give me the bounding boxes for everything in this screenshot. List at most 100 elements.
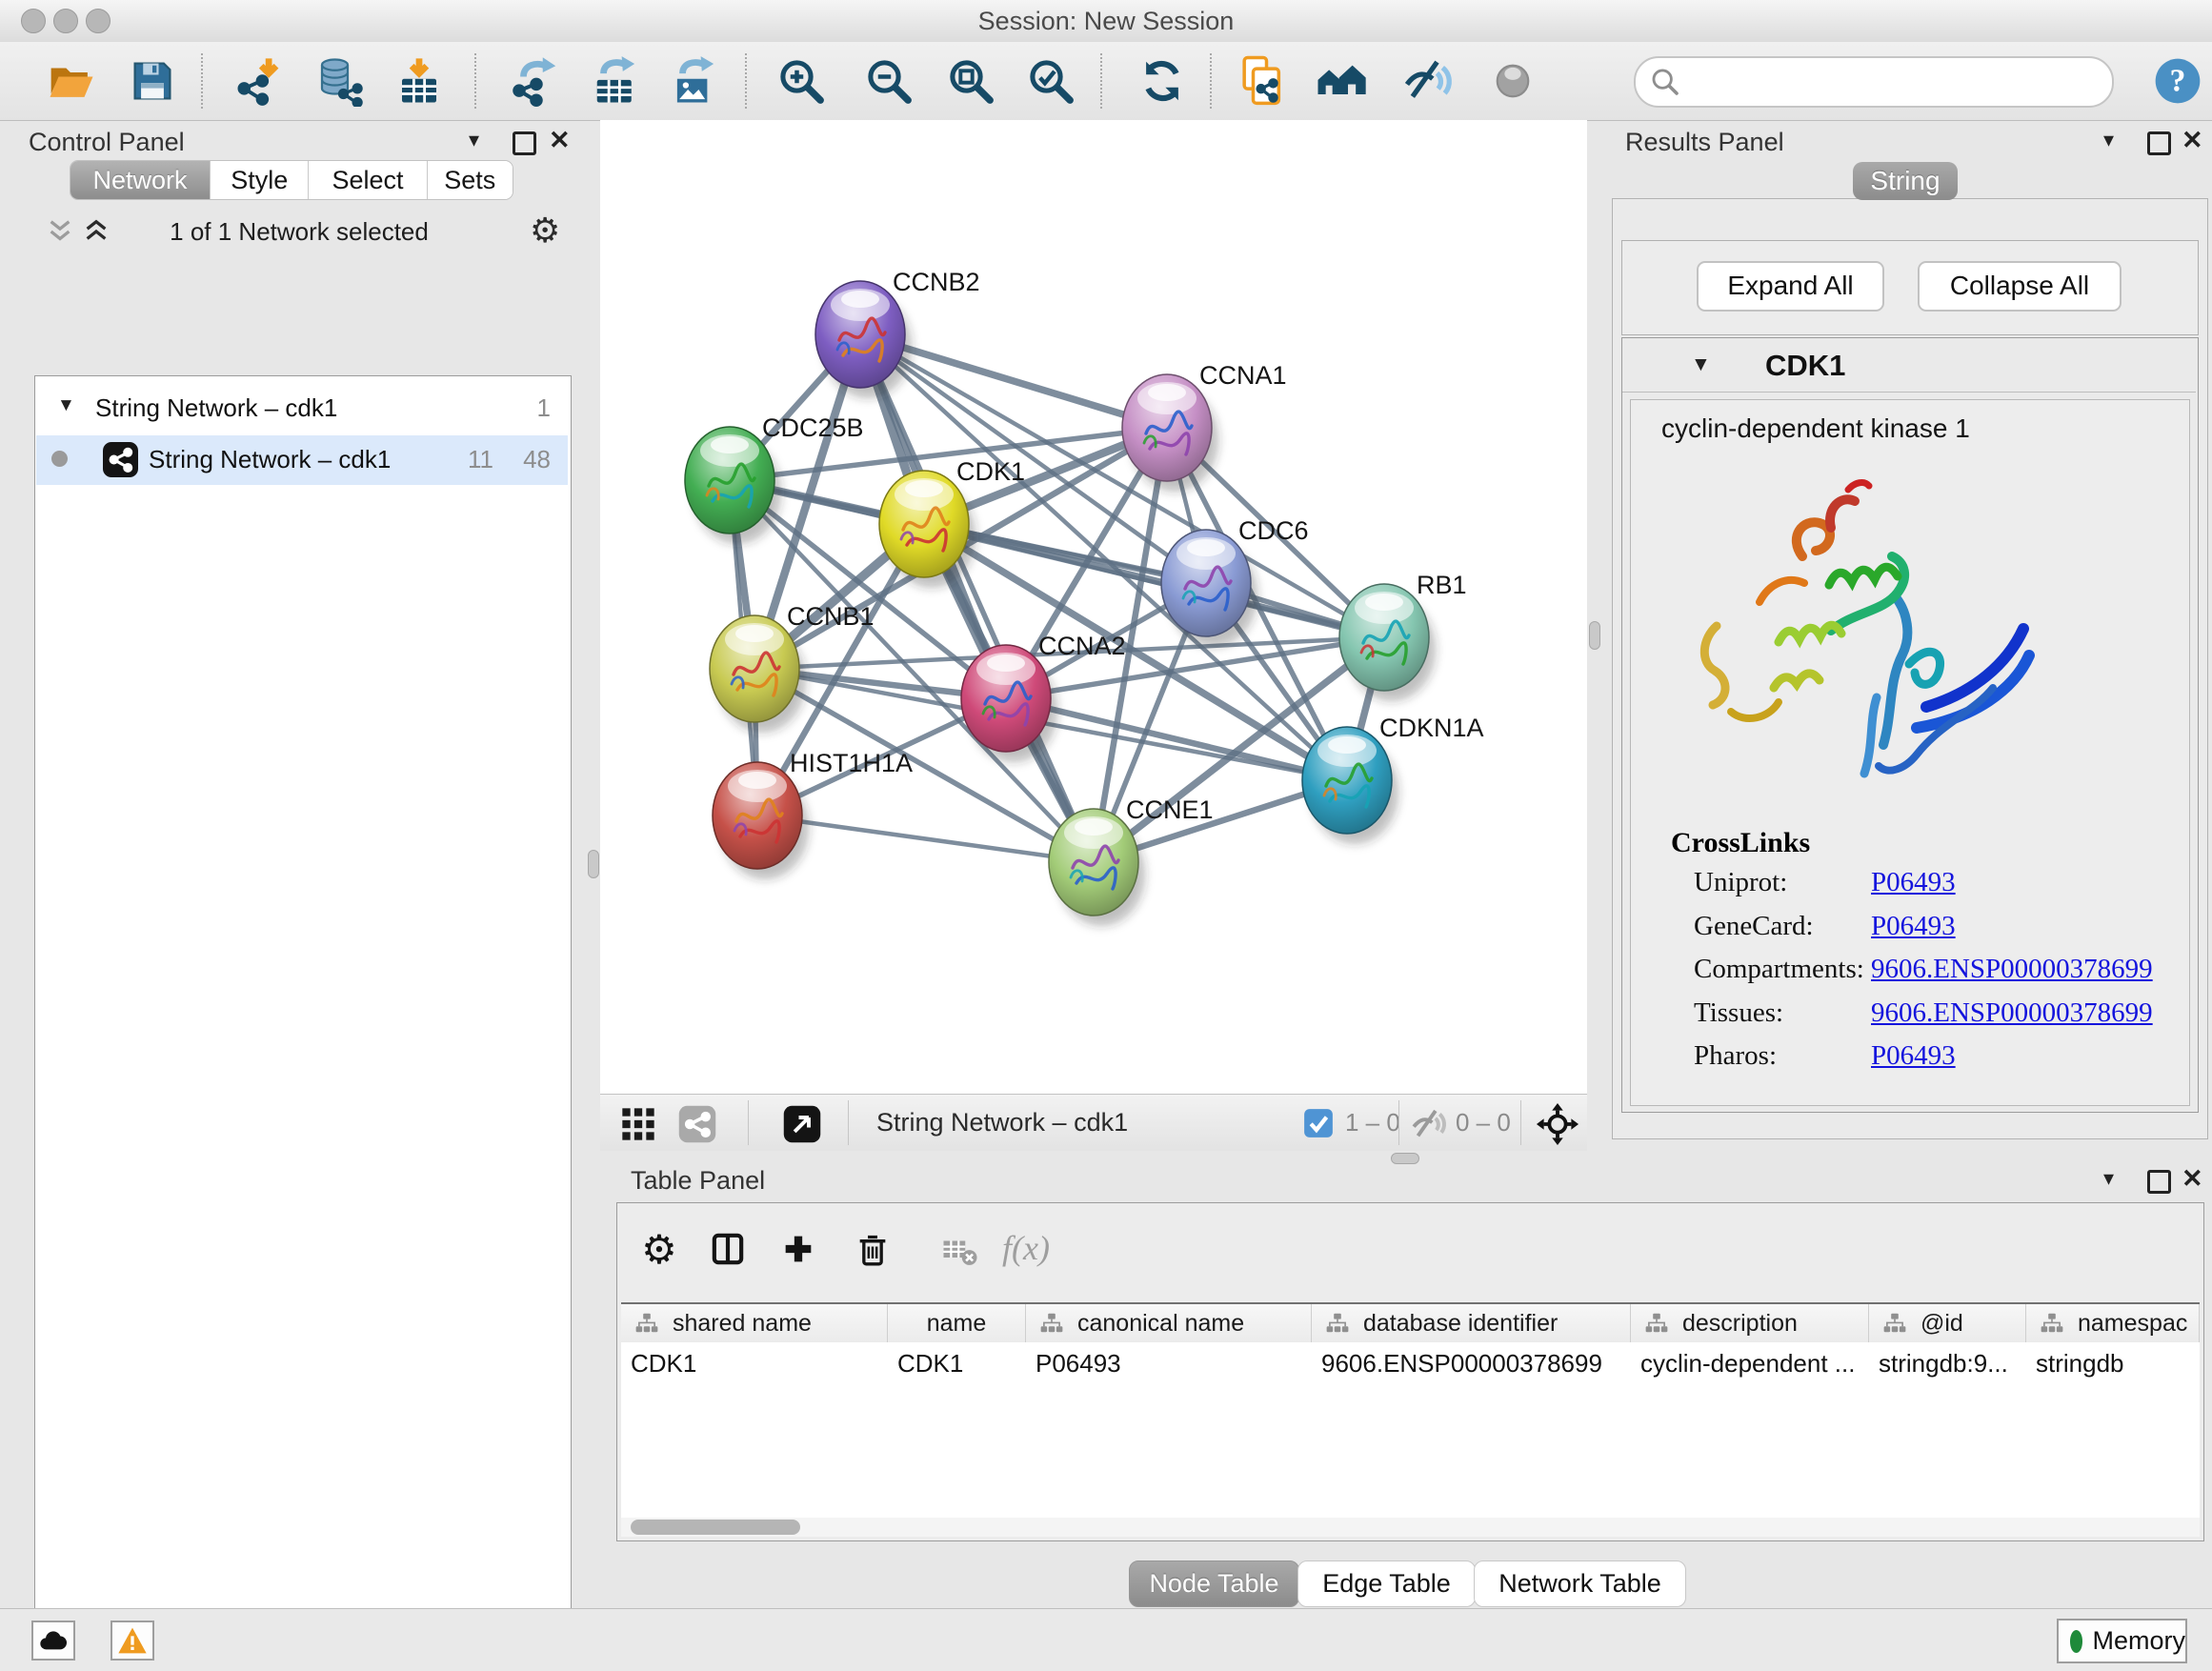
export-image-button[interactable] (667, 52, 724, 110)
network-overview-button[interactable] (1313, 52, 1370, 110)
tab-sets[interactable]: Sets (428, 161, 513, 199)
tab-string[interactable]: String (1853, 162, 1958, 200)
table-horizontal-scrollbar[interactable] (621, 1518, 2200, 1537)
panel-float-icon[interactable] (2147, 131, 2171, 155)
zoom-in-button[interactable] (773, 52, 830, 110)
crosslink-value-link[interactable]: P06493 (1871, 1040, 1956, 1072)
delete-column-button[interactable] (850, 1226, 895, 1272)
hierarchy-icon (1882, 1311, 1907, 1336)
network-node-count: 11 (455, 445, 493, 474)
network-node-ccne1[interactable]: CCNE1 (1049, 795, 1214, 926)
zoom-selected-button[interactable] (1022, 52, 1079, 110)
zoom-out-button[interactable] (860, 52, 917, 110)
memory-status-dot-icon (2070, 1630, 2082, 1653)
expand-all-button[interactable]: Expand All (1697, 261, 1884, 312)
tab-edge-table[interactable]: Edge Table (1297, 1560, 1476, 1607)
panel-float-icon[interactable] (2147, 1170, 2171, 1194)
string-network-graph: CCNB2CCNA1CDC25BCDK1CDC6RB1CCNB1CCNA2CDK… (600, 120, 1587, 1094)
network-options-gear-icon[interactable]: ⚙ (530, 213, 560, 248)
selected-indicator-checkbox[interactable] (1301, 1106, 1336, 1140)
create-column-button[interactable] (775, 1226, 821, 1272)
network-node-ccna1[interactable]: CCNA1 (1122, 361, 1287, 492)
table-cell: stringdb (2036, 1342, 2190, 1384)
help-button[interactable]: ? (2149, 52, 2206, 110)
network-node-ccnb2[interactable]: CCNB2 (815, 268, 980, 398)
panel-menu-icon[interactable]: ▾ (469, 128, 479, 152)
network-canvas[interactable]: CCNB2CCNA1CDC25BCDK1CDC6RB1CCNB1CCNA2CDK… (600, 120, 1587, 1094)
collection-expander-icon[interactable]: ▼ (57, 395, 75, 416)
eye-slash-gray-icon (1408, 1104, 1448, 1144)
search-input[interactable] (1634, 56, 2114, 108)
refresh-layout-button[interactable] (1134, 52, 1191, 110)
import-database-button[interactable] (311, 52, 368, 110)
tab-network-table[interactable]: Network Table (1474, 1560, 1686, 1607)
export-table-button[interactable] (588, 52, 645, 110)
column-header-shared-name[interactable]: shared name (621, 1304, 888, 1342)
column-header-namespac[interactable]: namespac (2026, 1304, 2200, 1342)
import-network-button[interactable] (231, 52, 288, 110)
network-node-ccna2[interactable]: CCNA2 (961, 632, 1126, 762)
network-node-rb1[interactable]: RB1 (1339, 571, 1467, 701)
tab-node-table[interactable]: Node Table (1129, 1560, 1299, 1607)
tab-style[interactable]: Style (211, 161, 309, 199)
crosslink-value-link[interactable]: P06493 (1871, 911, 1956, 942)
network-node-cdkn1a[interactable]: CDKN1A (1302, 714, 1484, 844)
hidden-indicator-button[interactable] (1406, 1102, 1450, 1146)
memory-button[interactable]: Memory (2057, 1619, 2187, 1663)
network-row-selected[interactable]: String Network – cdk1 11 48 (36, 435, 568, 485)
clone-network-button[interactable] (1235, 52, 1292, 110)
panel-close-icon[interactable]: ✕ (2182, 1164, 2203, 1194)
node-label: CCNA2 (1038, 632, 1126, 660)
tab-select[interactable]: Select (309, 161, 427, 199)
node-label: CCNB2 (893, 268, 980, 296)
crosslink-label: GeneCard: (1694, 911, 1814, 942)
network-node-hist1h1a[interactable]: HIST1H1A (713, 749, 913, 879)
column-header-canonical-name[interactable]: canonical name (1026, 1304, 1312, 1342)
crosslink-value-link[interactable]: P06493 (1871, 867, 1956, 898)
network-node-ccnb1[interactable]: CCNB1 (710, 602, 875, 733)
tab-network[interactable]: Network (70, 161, 211, 199)
network-edge[interactable] (860, 334, 1094, 862)
collapse-all-button[interactable]: Collapse All (1918, 261, 2122, 312)
zoom-fit-button[interactable] (942, 52, 999, 110)
warning-status-button[interactable] (111, 1621, 154, 1661)
table-row[interactable]: CDK1CDK1P064939606.ENSP00000378699cyclin… (621, 1342, 2200, 1384)
network-edge-count: 48 (511, 445, 551, 474)
gene-expander-icon[interactable]: ▼ (1691, 353, 1711, 376)
crosslink-value-link[interactable]: 9606.ENSP00000378699 (1871, 954, 2153, 985)
scrollbar-thumb[interactable] (631, 1520, 800, 1535)
expand-all-icon[interactable] (46, 217, 74, 246)
import-table-icon (393, 55, 445, 107)
trash-icon (854, 1230, 892, 1268)
hide-selected-button[interactable] (1398, 52, 1456, 110)
protein-structure-image (1688, 469, 2060, 821)
panel-menu-icon[interactable]: ▾ (2103, 1166, 2114, 1191)
table-options-gear-icon[interactable]: ⚙ (636, 1226, 682, 1272)
export-network-button[interactable] (508, 52, 565, 110)
network-collection-row[interactable]: ▼ String Network – cdk1 1 (36, 384, 568, 433)
import-table-button[interactable] (391, 52, 448, 110)
panel-close-icon[interactable]: ✕ (2182, 126, 2203, 155)
cloud-status-button[interactable] (31, 1621, 75, 1661)
panel-float-icon[interactable] (513, 131, 536, 155)
column-header--id[interactable]: @id (1869, 1304, 2026, 1342)
delete-table-icon (940, 1231, 980, 1271)
column-header-name[interactable]: name (888, 1304, 1026, 1342)
crosslink-value-link[interactable]: 9606.ENSP00000378699 (1871, 997, 2153, 1029)
column-header-description[interactable]: description (1631, 1304, 1869, 1342)
pan-network-button[interactable] (1534, 1100, 1581, 1148)
network-edge[interactable] (924, 524, 1384, 637)
birds-eye-view-button[interactable] (615, 1101, 661, 1147)
open-session-button[interactable] (43, 52, 100, 110)
panel-close-icon[interactable]: ✕ (549, 126, 571, 155)
open-in-window-button[interactable] (779, 1101, 825, 1147)
collapse-all-icon[interactable] (82, 217, 111, 246)
zoom-out-icon (863, 55, 915, 107)
column-header-database-identifier[interactable]: database identifier (1312, 1304, 1631, 1342)
show-columns-button[interactable] (705, 1226, 751, 1272)
panel-menu-icon[interactable]: ▾ (2103, 128, 2114, 152)
vertical-splitter-handle[interactable] (588, 850, 599, 878)
show-all-button[interactable] (1484, 52, 1541, 110)
save-session-button[interactable] (124, 52, 181, 110)
string-style-button[interactable] (674, 1101, 720, 1147)
